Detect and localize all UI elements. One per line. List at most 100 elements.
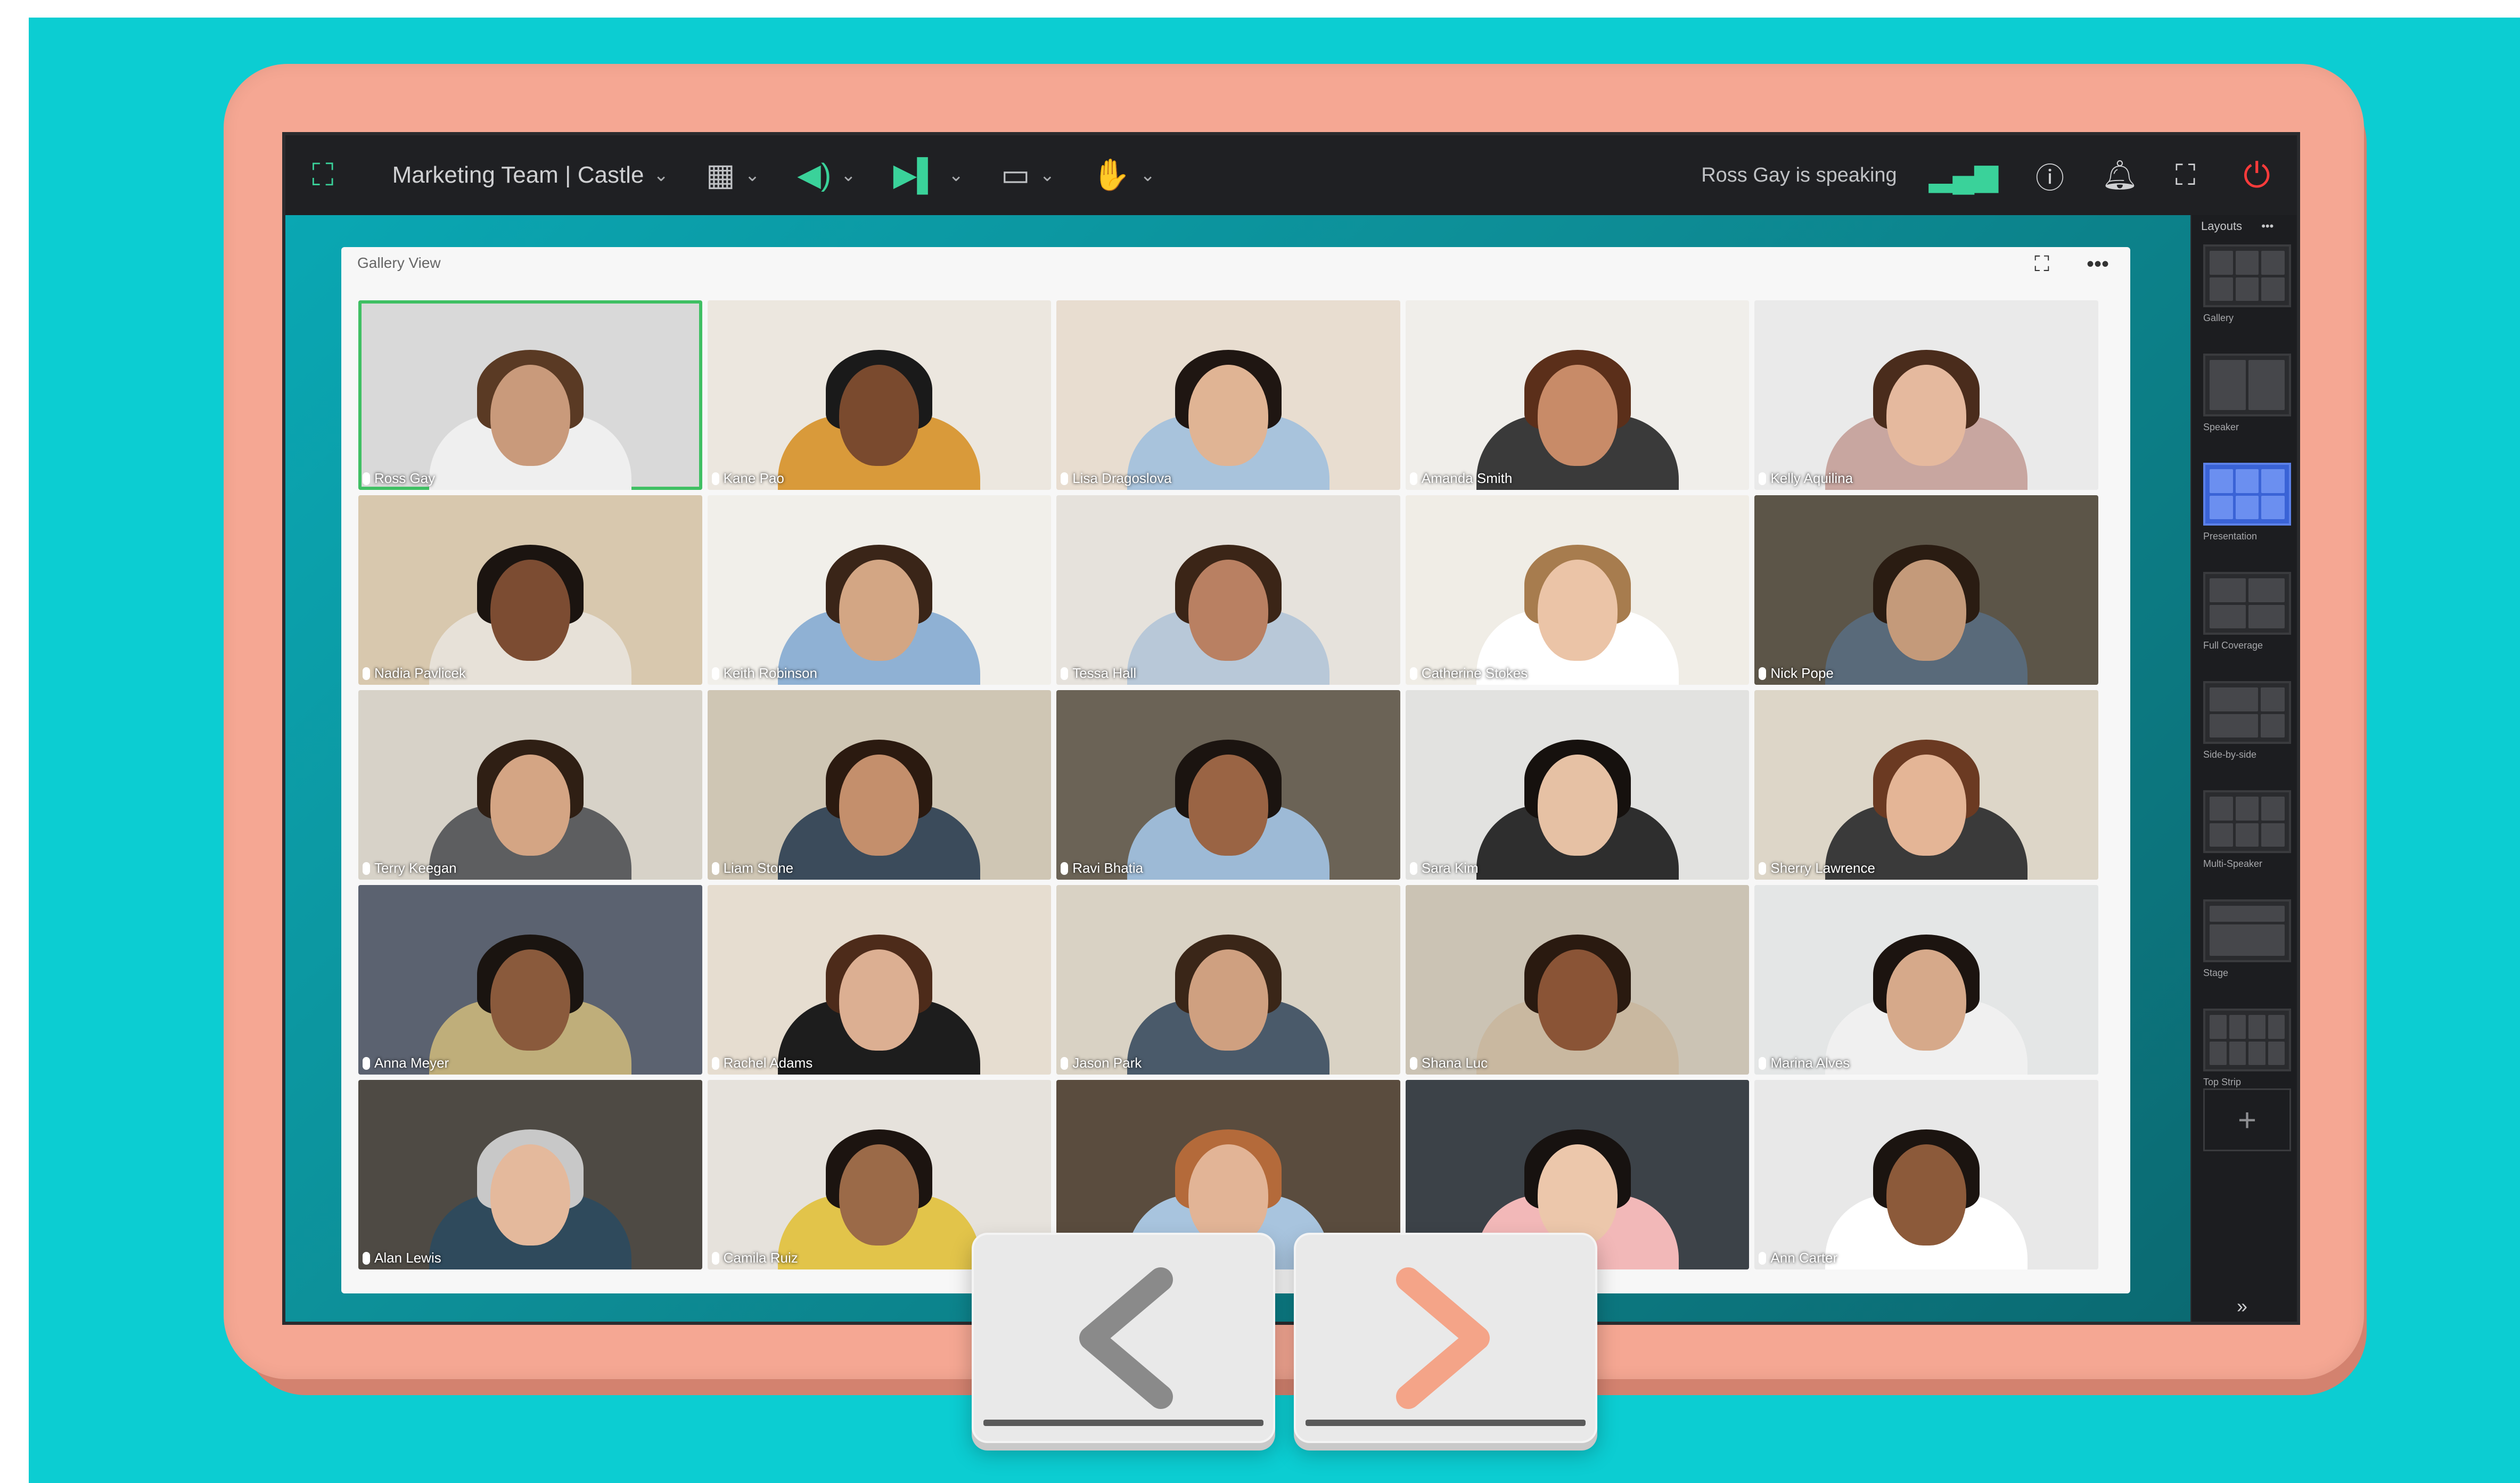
participant-tile[interactable]: Ravi Bhatia	[1056, 690, 1400, 880]
participant-tile[interactable]: Anna Meyer	[358, 885, 702, 1075]
participant-face	[490, 949, 570, 1051]
participant-tile[interactable]: Tessa Hall	[1056, 495, 1400, 685]
audio-button[interactable]: ◀) ⌄	[797, 160, 856, 191]
button-base	[983, 1420, 1263, 1426]
layout-cell	[2261, 469, 2285, 493]
participant-tile[interactable]: Kelly Aquilina	[1754, 300, 2098, 490]
participant-tile[interactable]: Sherry Lawrence	[1754, 690, 2098, 880]
participant-label: Nick Pope	[1759, 665, 1834, 682]
layout-option[interactable]	[2203, 681, 2291, 744]
participant-tile[interactable]: Marina Alves	[1754, 885, 2098, 1075]
more-options-icon[interactable]: •••	[2087, 252, 2109, 276]
participant-name: Camila Ruiz	[723, 1250, 798, 1266]
participant-label: Tessa Hall	[1061, 665, 1136, 682]
participant-face	[490, 365, 570, 466]
participant-tile[interactable]: Amanda Smith	[1405, 300, 1750, 490]
microphone-icon	[1409, 667, 1417, 680]
layout-sidebar: Layouts ••• Gallery Speaker Presentation Fu…	[2190, 215, 2297, 1322]
fullscreen-icon[interactable]: ⛶	[2176, 159, 2196, 192]
meeting-title-dropdown[interactable]: Marketing Team | Castle ⌄	[371, 162, 669, 189]
layout-cell	[2210, 578, 2246, 602]
layout-cell	[2210, 823, 2233, 847]
expand-icon[interactable]: ⛶	[2034, 252, 2049, 276]
participant-name: Ann Carter	[1770, 1250, 1838, 1266]
leave-power-icon[interactable]: ⏻	[2243, 155, 2270, 195]
chevron-left-icon	[1079, 1267, 1173, 1409]
participant-face	[1537, 365, 1618, 466]
layout-option[interactable]	[2203, 244, 2291, 307]
microphone-icon	[711, 1251, 719, 1265]
app-logo[interactable]: ⛶	[312, 160, 334, 191]
participant-tile[interactable]: Nadia Pavlicek	[358, 495, 702, 685]
share-button[interactable]: ▭ ⌄	[1001, 160, 1055, 191]
previous-page-button[interactable]	[972, 1233, 1275, 1443]
layout-cell	[2210, 1015, 2227, 1039]
participant-label: Ravi Bhatia	[1061, 860, 1143, 876]
layout-cell	[2210, 924, 2285, 956]
participant-tile[interactable]: Ross Gay	[358, 300, 702, 490]
participant-name: Marina Alves	[1770, 1055, 1850, 1071]
participant-face	[839, 949, 920, 1051]
layout-option[interactable]	[2203, 354, 2291, 416]
layout-option-label: Multi-Speaker	[2203, 858, 2263, 869]
layout-cell	[2235, 823, 2259, 847]
layout-option[interactable]	[2203, 572, 2291, 635]
participant-tile[interactable]: Kane Pao	[707, 300, 1052, 490]
participant-label: Kelly Aquilina	[1759, 470, 1853, 487]
add-layout-button[interactable]: +	[2203, 1088, 2291, 1151]
layout-cell	[2210, 495, 2233, 519]
sidebar-title: Layouts •••	[2201, 219, 2273, 233]
microphone-icon	[711, 862, 719, 875]
participant-name: Nick Pope	[1770, 665, 1834, 681]
grid-icon: ▦	[705, 158, 735, 192]
participant-tile[interactable]: Shana Luc	[1405, 885, 1750, 1075]
raise-hand-button[interactable]: ✋ ⌄	[1092, 160, 1155, 191]
layout-cell	[2248, 578, 2285, 602]
participant-face	[1188, 560, 1268, 661]
layout-cell	[2261, 251, 2285, 275]
participant-label: Liam Stone	[711, 860, 793, 876]
layout-cell	[2248, 1015, 2265, 1039]
participant-tile[interactable]: Catherine Stokes	[1405, 495, 1750, 685]
participant-tile[interactable]: Alan Lewis	[358, 1080, 702, 1269]
sidebar-more-icon[interactable]: •••	[2261, 219, 2273, 233]
microphone-icon	[363, 472, 370, 485]
layout-option[interactable]	[2203, 463, 2291, 526]
participant-tile[interactable]: Keith Robinson	[707, 495, 1052, 685]
participant-name: Alan Lewis	[374, 1250, 441, 1266]
layout-cell	[2235, 469, 2259, 493]
participant-tile[interactable]: Rachel Adams	[707, 885, 1052, 1075]
layout-cell	[2210, 604, 2246, 628]
participant-grid: Ross Gay Kane Pao Lisa Dragoslova Amanda Sm…	[358, 300, 2098, 1269]
layout-option[interactable]	[2203, 790, 2291, 853]
layout-cell	[2229, 1041, 2246, 1065]
participant-label: Ann Carter	[1759, 1250, 1837, 1266]
participant-tile[interactable]: Jason Park	[1056, 885, 1400, 1075]
participant-name: Amanda Smith	[1421, 470, 1513, 486]
layout-cell	[2248, 360, 2285, 410]
layout-option[interactable]	[2203, 899, 2291, 962]
participant-tile[interactable]: Sara Kim	[1405, 690, 1750, 880]
participant-label: Marina Alves	[1759, 1055, 1850, 1071]
layout-option[interactable]	[2203, 1009, 2291, 1071]
participant-label: Sherry Lawrence	[1759, 860, 1875, 876]
share-screen-icon: ▭	[1000, 158, 1030, 192]
collapse-sidebar-icon[interactable]: »	[2237, 1295, 2247, 1317]
layout-grid-button[interactable]: ▦ ⌄	[706, 160, 760, 191]
participant-tile[interactable]: Ann Carter	[1754, 1080, 2098, 1269]
notification-bell-icon[interactable]: 🔔︎	[2102, 159, 2138, 192]
layout-option-label: Full Coverage	[2203, 640, 2263, 651]
info-icon[interactable]: ⓘ	[2035, 154, 2064, 196]
participant-name: Keith Robinson	[723, 665, 817, 681]
video-button[interactable]: ▶▌ ⌄	[893, 160, 964, 191]
participant-label: Alan Lewis	[363, 1250, 441, 1266]
participant-face	[1537, 949, 1618, 1051]
participant-tile[interactable]: Terry Keegan	[358, 690, 702, 880]
microphone-icon	[1061, 472, 1069, 485]
next-page-button[interactable]	[1294, 1233, 1597, 1443]
signal-strength-icon[interactable]: ▂▄▆	[1929, 160, 1998, 191]
layout-cell	[2260, 687, 2285, 711]
participant-tile[interactable]: Nick Pope	[1754, 495, 2098, 685]
participant-tile[interactable]: Lisa Dragoslova	[1056, 300, 1400, 490]
participant-tile[interactable]: Liam Stone	[707, 690, 1052, 880]
